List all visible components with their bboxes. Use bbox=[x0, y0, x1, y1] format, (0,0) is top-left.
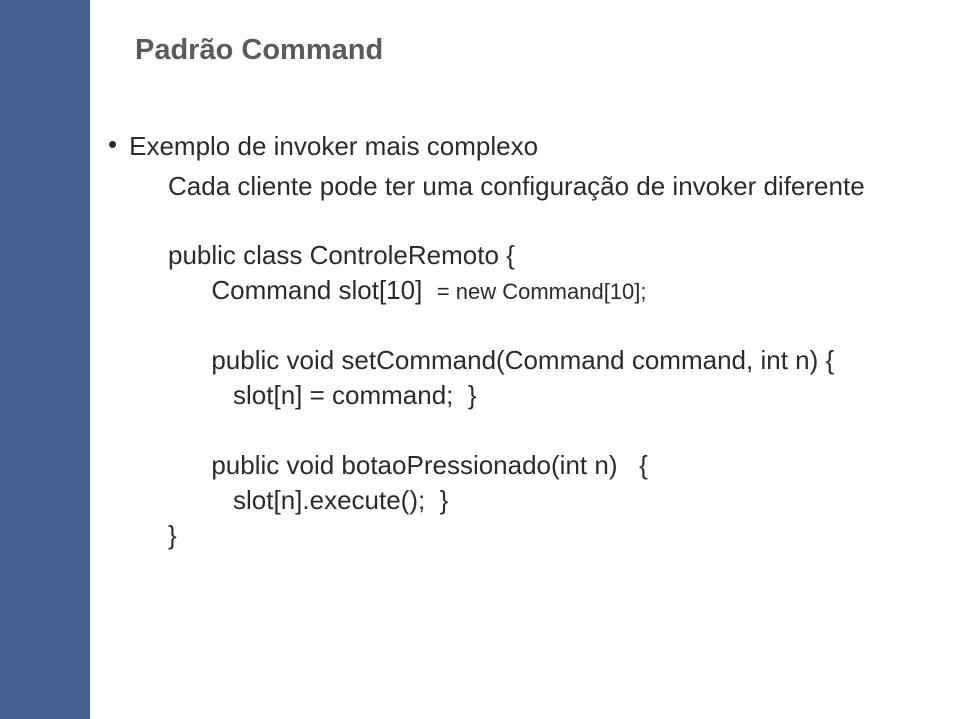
slide-title: Padrão Command bbox=[135, 34, 383, 67]
code-line-6: slot[n].execute(); } bbox=[168, 483, 918, 518]
code-blank-2 bbox=[168, 413, 918, 448]
code-line-2: Command slot[10] = new Command[10]; bbox=[168, 273, 918, 308]
code-frag: Command slot[10] bbox=[168, 275, 437, 305]
code-block: public class ControleRemoto { Command sl… bbox=[168, 238, 918, 554]
slide: Padrão Command • Exemplo de invoker mais… bbox=[0, 0, 959, 719]
bullet-item: • Exemplo de invoker mais complexo bbox=[108, 130, 918, 163]
code-frag-small: = new Command[10]; bbox=[437, 279, 647, 304]
bullet-text: Exemplo de invoker mais complexo bbox=[129, 130, 538, 163]
code-line-5: public void botaoPressionado(int n) { bbox=[168, 448, 918, 483]
code-line-7: } bbox=[168, 518, 918, 553]
sub-text: Cada cliente pode ter uma configuração d… bbox=[168, 169, 918, 204]
slide-content: • Exemplo de invoker mais complexo Cada … bbox=[108, 130, 918, 553]
code-line-3: public void setCommand(Command command, … bbox=[168, 343, 918, 378]
code-line-4: slot[n] = command; } bbox=[168, 378, 918, 413]
code-blank-1 bbox=[168, 308, 918, 343]
bullet-marker: • bbox=[108, 130, 117, 159]
code-line-1: public class ControleRemoto { bbox=[168, 238, 918, 273]
sidebar-accent bbox=[0, 0, 90, 719]
